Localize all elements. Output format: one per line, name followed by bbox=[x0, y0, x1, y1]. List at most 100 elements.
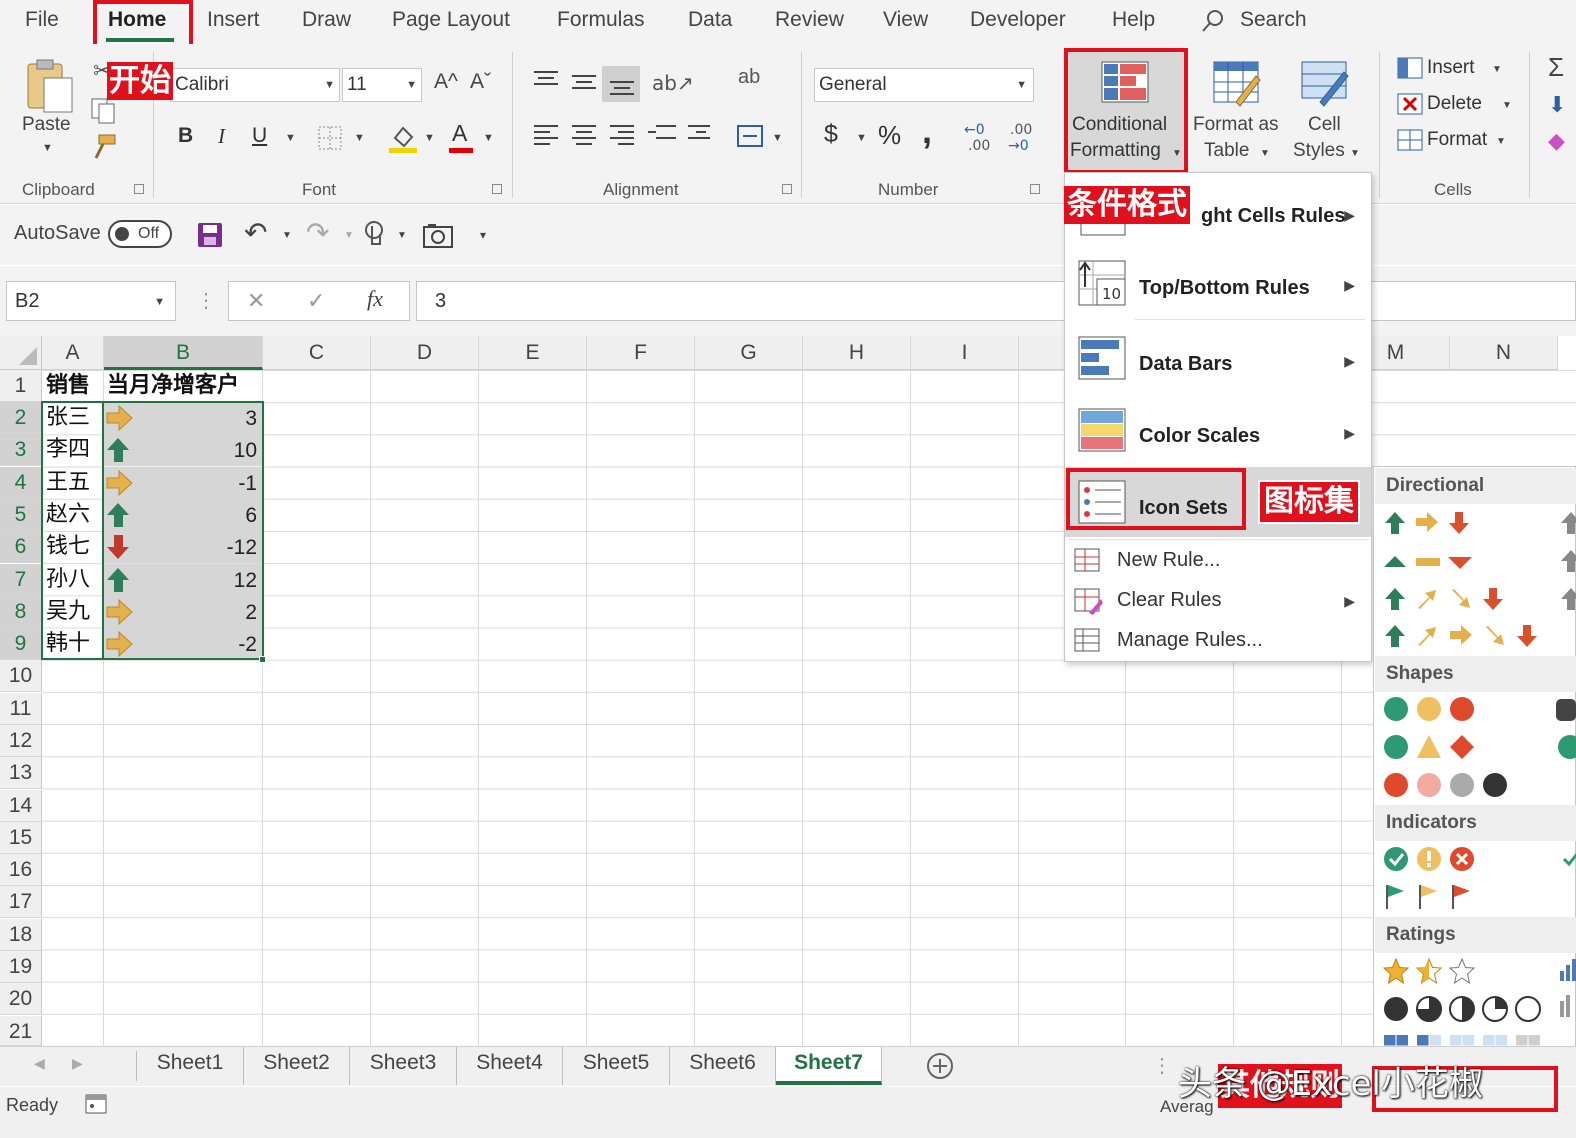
menu-item-manage-rules[interactable]: Manage Rules... bbox=[1065, 623, 1371, 661]
row-header[interactable]: 13 bbox=[0, 757, 42, 789]
name-box[interactable]: B2 ▼ bbox=[6, 281, 176, 321]
tab-formulas[interactable]: Formulas bbox=[557, 8, 645, 32]
row-header[interactable]: 19 bbox=[0, 951, 42, 983]
format-as-table-icon[interactable] bbox=[1212, 58, 1262, 108]
column-header-g[interactable]: G bbox=[695, 336, 803, 370]
autosave-toggle[interactable]: Off bbox=[108, 220, 172, 248]
touch-mode-dropdown-icon[interactable]: ▼ bbox=[397, 230, 407, 241]
row-header[interactable]: 3 bbox=[0, 434, 42, 466]
cell-styles-button-line2[interactable]: Styles bbox=[1293, 140, 1345, 162]
column-header-h[interactable]: H bbox=[803, 336, 911, 370]
insert-cells-icon[interactable] bbox=[1396, 56, 1424, 80]
search-icon[interactable] bbox=[1200, 8, 1226, 34]
sheet-tab[interactable]: Sheet1 bbox=[137, 1047, 244, 1085]
row-header[interactable]: 9 bbox=[0, 628, 42, 660]
redo-dropdown-icon[interactable]: ▼ bbox=[344, 230, 354, 241]
fill-handle[interactable] bbox=[259, 656, 266, 663]
tab-file[interactable]: File bbox=[25, 8, 59, 32]
tab-draw[interactable]: Draw bbox=[302, 8, 351, 32]
column-header-i[interactable]: I bbox=[911, 336, 1019, 370]
format-painter-icon[interactable] bbox=[89, 132, 119, 162]
fill-icon[interactable]: ⬇ bbox=[1548, 92, 1566, 118]
row-header[interactable]: 11 bbox=[0, 693, 42, 725]
shrink-font-icon[interactable]: Aˇ bbox=[470, 70, 491, 94]
percent-button[interactable]: % bbox=[878, 120, 901, 151]
italic-button[interactable]: I bbox=[218, 124, 225, 149]
tab-splitter-icon[interactable]: ⋮ bbox=[1152, 1053, 1172, 1078]
number-format-select[interactable]: General ▼ bbox=[814, 68, 1034, 102]
sheet-tab[interactable]: Sheet3 bbox=[350, 1047, 457, 1085]
sheet-tab-active[interactable]: Sheet7 bbox=[776, 1047, 882, 1085]
font-launcher-icon[interactable] bbox=[492, 184, 502, 194]
format-as-table-button[interactable]: Format as bbox=[1193, 114, 1279, 136]
cancel-formula-icon[interactable]: ✕ bbox=[247, 288, 265, 314]
select-all-corner[interactable] bbox=[0, 336, 42, 370]
format-cells-button[interactable]: Format bbox=[1427, 129, 1487, 151]
paste-icon[interactable] bbox=[24, 58, 76, 114]
row-header[interactable]: 20 bbox=[0, 983, 42, 1015]
row-header[interactable]: 10 bbox=[0, 660, 42, 692]
search-box[interactable]: Search bbox=[1240, 8, 1307, 32]
save-icon[interactable] bbox=[195, 220, 225, 250]
wrap-text-icon[interactable]: ab bbox=[738, 66, 760, 89]
insert-function-icon[interactable]: fx bbox=[367, 286, 383, 312]
camera-icon[interactable] bbox=[422, 221, 454, 249]
sheet-tab[interactable]: Sheet6 bbox=[670, 1047, 776, 1085]
enter-formula-icon[interactable]: ✓ bbox=[307, 288, 325, 314]
sheet-tab[interactable]: Sheet4 bbox=[457, 1047, 563, 1085]
delete-cells-dropdown-icon[interactable]: ▼ bbox=[1502, 100, 1512, 111]
insert-cells-button[interactable]: Insert bbox=[1427, 57, 1475, 79]
merge-center-icon[interactable] bbox=[735, 122, 765, 150]
currency-button[interactable]: $ bbox=[824, 120, 838, 149]
macro-recording-icon[interactable] bbox=[84, 1093, 108, 1115]
undo-dropdown-icon[interactable]: ▼ bbox=[282, 230, 292, 241]
borders-icon[interactable] bbox=[316, 124, 346, 152]
tab-data[interactable]: Data bbox=[688, 8, 732, 32]
row-header[interactable]: 17 bbox=[0, 886, 42, 918]
copy-icon[interactable] bbox=[89, 96, 119, 124]
row-header[interactable]: 1 bbox=[0, 370, 42, 402]
menu-item-data-bars[interactable]: Data Bars ▶ bbox=[1065, 323, 1371, 393]
paste-button[interactable]: Paste bbox=[22, 114, 71, 136]
tab-insert[interactable]: Insert bbox=[207, 8, 260, 32]
number-launcher-icon[interactable] bbox=[1030, 184, 1040, 194]
tab-help[interactable]: Help bbox=[1112, 8, 1155, 32]
sheet-tab[interactable]: Sheet2 bbox=[244, 1047, 350, 1085]
customize-qat-icon[interactable]: ▾ bbox=[480, 228, 486, 242]
autosum-icon[interactable]: Σ bbox=[1548, 52, 1564, 83]
indicators-icon-sets[interactable] bbox=[1382, 845, 1576, 915]
column-header-hidden[interactable] bbox=[1019, 336, 1069, 370]
format-cells-dropdown-icon[interactable]: ▼ bbox=[1496, 136, 1506, 147]
delete-cells-icon[interactable] bbox=[1396, 92, 1424, 116]
cell-styles-button[interactable]: Cell bbox=[1308, 114, 1341, 136]
tab-view[interactable]: View bbox=[883, 8, 928, 32]
row-header[interactable]: 16 bbox=[0, 854, 42, 886]
cell-styles-icon[interactable] bbox=[1300, 58, 1350, 108]
column-header-e[interactable]: E bbox=[479, 336, 587, 370]
alignment-launcher-icon[interactable] bbox=[782, 184, 792, 194]
column-header-a[interactable]: A bbox=[42, 336, 104, 370]
menu-item-clear-rules[interactable]: Clear Rules ▶ bbox=[1065, 583, 1371, 621]
row-header[interactable]: 8 bbox=[0, 596, 42, 628]
format-cells-icon[interactable] bbox=[1396, 128, 1424, 152]
touch-mode-icon[interactable] bbox=[360, 218, 390, 250]
underline-button[interactable]: U bbox=[252, 124, 267, 148]
font-color-dropdown-icon[interactable]: ▼ bbox=[483, 132, 494, 144]
formula-input[interactable]: 3 bbox=[416, 281, 1576, 321]
merge-dropdown-icon[interactable]: ▼ bbox=[772, 132, 783, 144]
row-header[interactable]: 2 bbox=[0, 402, 42, 434]
column-header-c[interactable]: C bbox=[263, 336, 371, 370]
menu-item-color-scales[interactable]: Color Scales ▶ bbox=[1065, 395, 1371, 465]
comma-button[interactable]: , bbox=[922, 110, 932, 152]
row-header[interactable]: 14 bbox=[0, 790, 42, 822]
borders-dropdown-icon[interactable]: ▼ bbox=[354, 132, 365, 144]
clipboard-launcher-icon[interactable] bbox=[134, 184, 144, 194]
tab-developer[interactable]: Developer bbox=[970, 8, 1066, 32]
sheet-tab[interactable]: Sheet5 bbox=[563, 1047, 670, 1085]
cell-a1[interactable]: 销售 bbox=[43, 370, 103, 402]
add-sheet-icon[interactable] bbox=[926, 1052, 954, 1080]
column-header-d[interactable]: D bbox=[371, 336, 479, 370]
row-header[interactable]: 5 bbox=[0, 499, 42, 531]
insert-cells-dropdown-icon[interactable]: ▼ bbox=[1492, 64, 1502, 75]
scroll-tabs-left-icon[interactable]: ◀ bbox=[34, 1055, 45, 1072]
